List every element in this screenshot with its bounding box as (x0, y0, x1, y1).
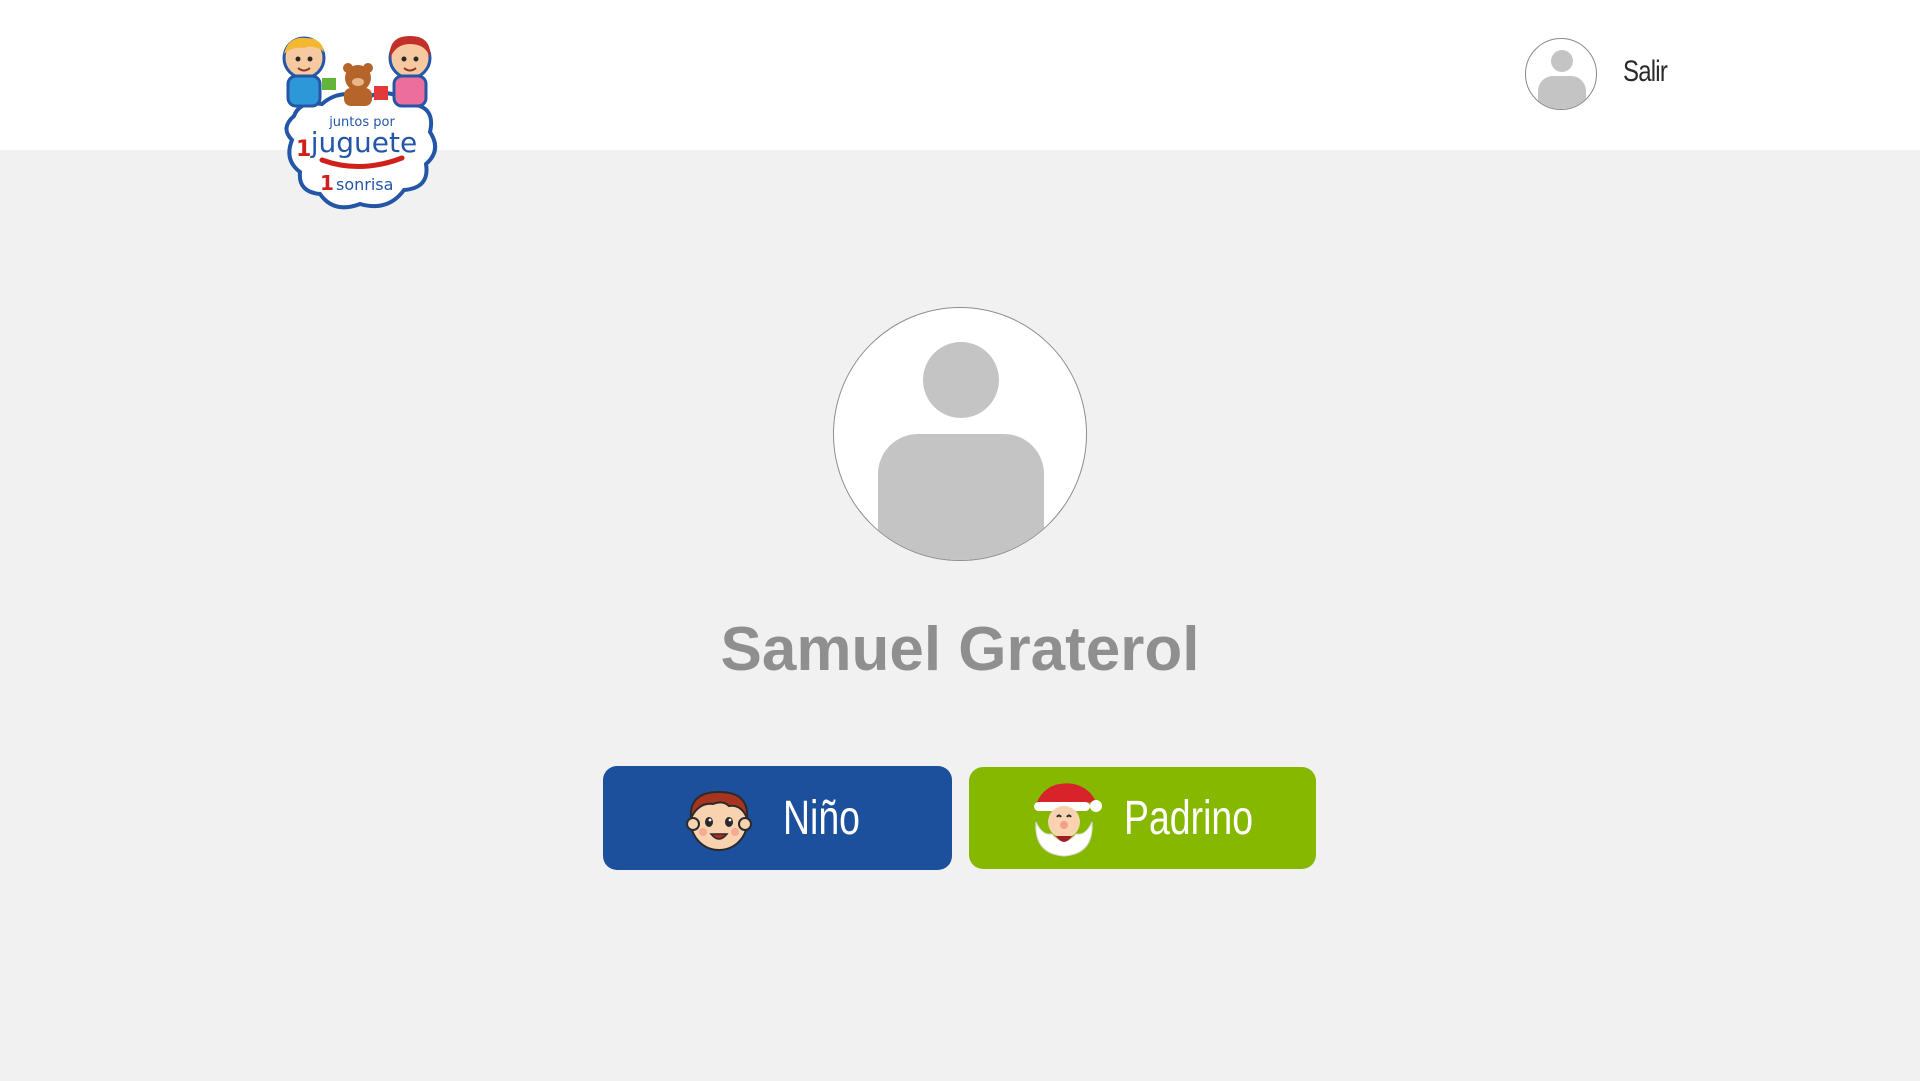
profile-name: Samuel Graterol (720, 615, 1200, 684)
child-face-icon (685, 790, 752, 851)
profile-avatar[interactable] (833, 307, 1087, 561)
logo-line2: juguete (310, 126, 417, 159)
header-user-avatar[interactable] (1525, 38, 1597, 110)
logo-number-bottom: 1 (320, 171, 334, 195)
nino-button-label: Niño (782, 791, 860, 845)
padrino-button-label: Padrino (1124, 791, 1254, 845)
juntos-por-juguete-logo[interactable]: juntos por 1 juguete 1 sonrisa (270, 28, 448, 214)
santa-face-icon (1034, 783, 1102, 857)
logo-line3: sonrisa (336, 175, 393, 194)
user-silhouette-icon (878, 342, 1044, 560)
logout-link[interactable]: Salir (1623, 55, 1668, 89)
nino-role-button[interactable]: Niño (603, 766, 952, 870)
padrino-role-button[interactable]: Padrino (969, 767, 1316, 869)
logo-number-top: 1 (296, 137, 311, 162)
user-silhouette-icon (1538, 50, 1586, 109)
